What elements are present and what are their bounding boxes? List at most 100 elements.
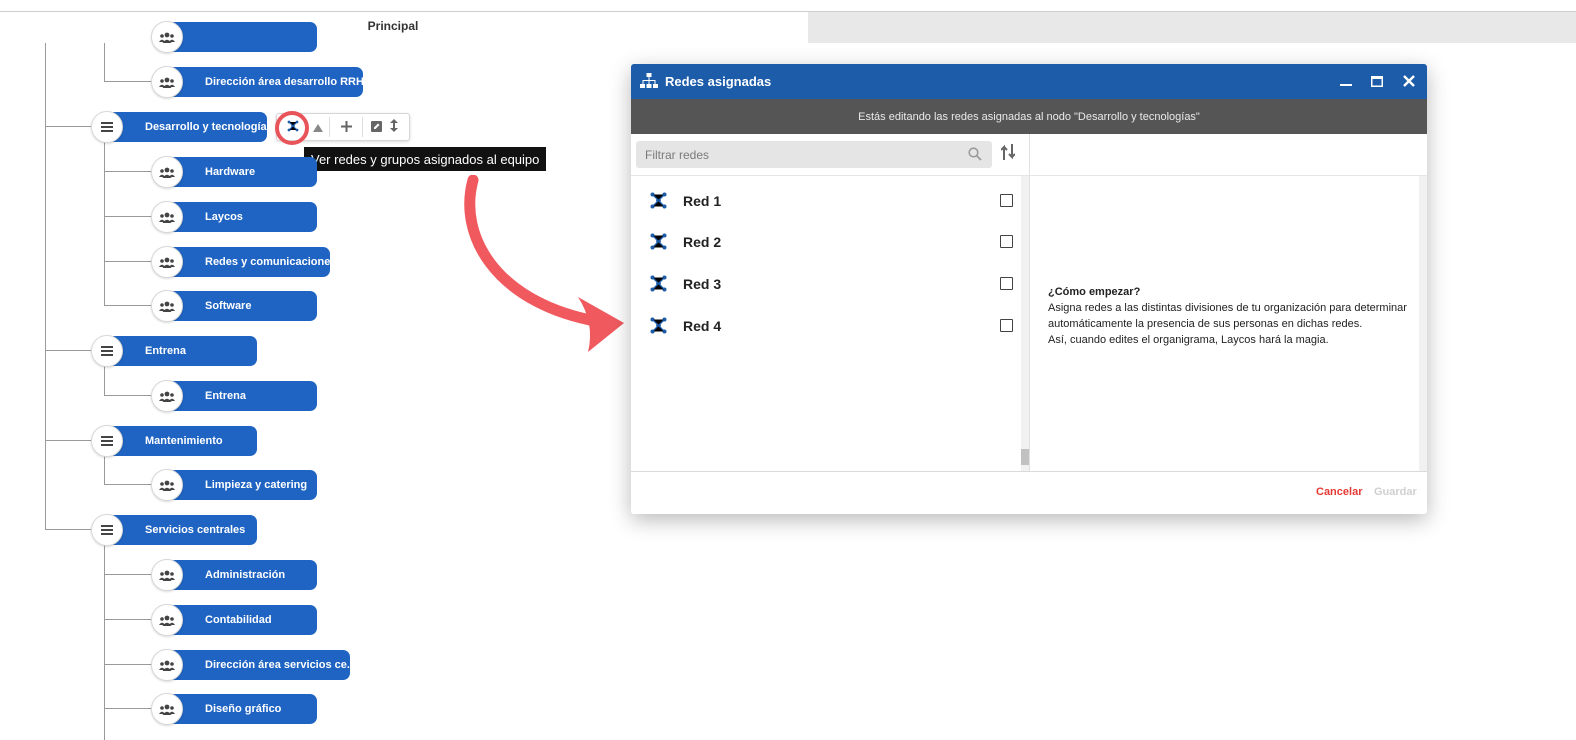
- node-label: Hardware: [205, 166, 256, 178]
- org-chart-icon: [640, 73, 658, 94]
- vertical-arrows-icon: [390, 118, 398, 136]
- tree-line: [45, 440, 93, 441]
- network-icon: [650, 233, 667, 255]
- node-label: Desarrollo y tecnologías: [145, 121, 273, 133]
- list-item[interactable]: Red 2: [631, 221, 1021, 261]
- cancel-button[interactable]: Cancelar: [1316, 486, 1362, 498]
- team-node[interactable]: [151, 21, 317, 53]
- list-item[interactable]: Red 3: [631, 263, 1021, 303]
- list-item[interactable]: Red 1: [631, 180, 1021, 220]
- triangle-up-icon: [313, 119, 323, 136]
- page-title: Principal: [367, 19, 419, 33]
- network-label: Red 4: [683, 318, 722, 334]
- toolbar-divider: [329, 117, 330, 137]
- team-icon: [151, 559, 183, 591]
- team-node-hardware[interactable]: Hardware: [151, 156, 317, 188]
- edit-button[interactable]: [365, 114, 387, 140]
- team-icon: [151, 156, 183, 188]
- node-label: Dirección área desarrollo RRHH: [205, 76, 372, 88]
- tree-line: [104, 305, 152, 306]
- team-node-direccion-servicios[interactable]: Dirección área servicios ce...: [151, 649, 356, 681]
- node-label: Redes y comunicaciones: [205, 256, 337, 268]
- menu-icon: [91, 335, 123, 367]
- node-label: Entrena: [145, 345, 186, 357]
- tree-line: [104, 395, 152, 396]
- list-scrollbar[interactable]: [1021, 176, 1029, 471]
- tree-line: [104, 81, 152, 82]
- add-child-button[interactable]: [332, 114, 360, 140]
- tree-line: [104, 216, 152, 217]
- node-label: Contabilidad: [205, 614, 272, 626]
- highlight-ring: [275, 111, 309, 145]
- team-node-redes[interactable]: Redes y comunicaciones: [151, 246, 336, 278]
- menu-icon: [91, 425, 123, 457]
- move-button[interactable]: [385, 114, 403, 140]
- network-icon: [650, 192, 667, 214]
- team-node-administracion[interactable]: Administración: [151, 559, 317, 591]
- save-button[interactable]: Guardar: [1374, 486, 1417, 498]
- team-node-diseno[interactable]: Diseño gráfico: [151, 693, 317, 725]
- node-label: Laycos: [205, 211, 243, 223]
- tree-line: [104, 261, 152, 262]
- tree-line: [45, 43, 46, 529]
- filter-networks-input[interactable]: [636, 141, 992, 168]
- filter-bar: [631, 134, 1029, 176]
- annotation-arrow: [464, 175, 624, 352]
- team-icon: [151, 380, 183, 412]
- network-checkbox[interactable]: [1000, 277, 1013, 290]
- network-icon: [650, 275, 667, 297]
- node-label: Limpieza y catering: [205, 479, 308, 491]
- move-up-button[interactable]: [307, 114, 329, 140]
- node-label: Dirección área servicios ce...: [205, 659, 357, 671]
- menu-icon: [91, 111, 123, 143]
- network-label: Red 3: [683, 276, 722, 292]
- tree-line: [104, 484, 152, 485]
- team-icon: [151, 21, 183, 53]
- tooltip: Ver redes y grupos asignados al equipo: [304, 147, 547, 171]
- node-label: Diseño gráfico: [205, 703, 282, 715]
- dialog-footer: Cancelar Guardar: [631, 471, 1427, 514]
- dialog-title: Redes asignadas: [665, 74, 772, 89]
- tree-line: [45, 529, 93, 530]
- header-gray-panel: [808, 11, 1576, 43]
- toolbar-divider: [362, 117, 363, 137]
- team-node-limpieza[interactable]: Limpieza y catering: [151, 469, 317, 501]
- network-icon: [650, 317, 667, 339]
- team-node-laycos[interactable]: Laycos: [151, 201, 317, 233]
- network-checkbox[interactable]: [1000, 194, 1013, 207]
- header-divider: [0, 11, 808, 12]
- tree-line: [45, 350, 93, 351]
- list-item[interactable]: Red 4: [631, 305, 1021, 345]
- node-label: Servicios centrales: [145, 524, 246, 536]
- network-checkbox[interactable]: [1000, 235, 1013, 248]
- group-node-mantenimiento[interactable]: Mantenimiento: [91, 425, 257, 457]
- node-label: Administración: [205, 569, 286, 581]
- panel-scrollbar[interactable]: [1419, 176, 1427, 471]
- group-node-entrena[interactable]: Entrena: [91, 335, 257, 367]
- edit-icon: [370, 119, 382, 136]
- tree-line: [104, 456, 105, 484]
- team-node-direccion-rrhh[interactable]: Dirección área desarrollo RRHH: [151, 66, 372, 98]
- tree-line: [104, 574, 152, 575]
- how-to-start-panel: ¿Cómo empezar? Asigna redes a las distin…: [1048, 284, 1408, 348]
- close-button[interactable]: [1400, 72, 1418, 90]
- team-icon: [151, 246, 183, 278]
- team-icon: [151, 693, 183, 725]
- group-node-desarrollo[interactable]: Desarrollo y tecnologías: [91, 111, 273, 143]
- team-node-software[interactable]: Software: [151, 290, 317, 322]
- how-to-text: Así, cuando edites el organigrama, Layco…: [1048, 334, 1329, 346]
- network-checkbox[interactable]: [1000, 319, 1013, 332]
- team-node-contabilidad[interactable]: Contabilidad: [151, 604, 317, 636]
- team-node-entrena[interactable]: Entrena: [151, 380, 317, 412]
- group-node-servicios[interactable]: Servicios centrales: [91, 514, 257, 546]
- how-to-text: Asigna redes a las distintas divisiones …: [1048, 302, 1407, 330]
- node-label: Entrena: [205, 390, 246, 402]
- tree-line: [104, 142, 105, 305]
- search-icon: [968, 147, 982, 166]
- plus-icon: [340, 119, 352, 136]
- how-to-title: ¿Cómo empezar?: [1048, 286, 1141, 298]
- maximize-button[interactable]: [1368, 72, 1386, 90]
- scrollbar-thumb[interactable]: [1021, 449, 1029, 465]
- minimize-button[interactable]: [1337, 72, 1355, 90]
- sort-icon[interactable]: [1000, 144, 1016, 165]
